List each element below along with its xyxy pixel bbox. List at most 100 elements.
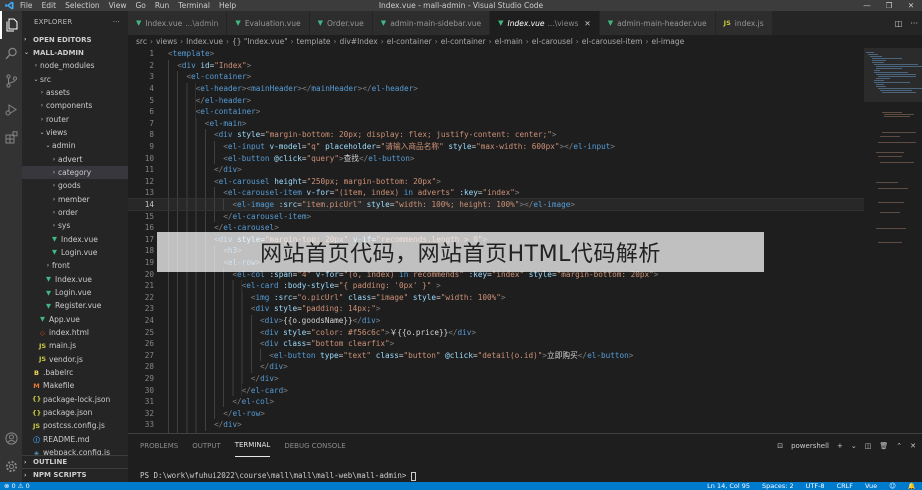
minimize-icon[interactable]: — bbox=[856, 0, 878, 11]
close-window-icon[interactable]: ✕ bbox=[900, 0, 922, 11]
problems-indicator[interactable]: ⊗ 0 ⚠ 0 bbox=[4, 482, 30, 490]
menu-item-file[interactable]: File bbox=[20, 1, 33, 10]
tree-item[interactable]: ▼ Login.vue bbox=[22, 246, 128, 259]
breadcrumb-item[interactable]: div#Index bbox=[340, 37, 378, 46]
feedback-icon[interactable]: ☺ bbox=[889, 482, 896, 490]
panel-tab-output[interactable]: OUTPUT bbox=[192, 434, 221, 457]
search-icon[interactable] bbox=[0, 39, 22, 67]
code-line[interactable]: 24 < div > {{o.goodsName}} </div > bbox=[128, 314, 864, 327]
code-line[interactable]: 4 < el-header > < mainHeader > </mainHeader > </e… bbox=[128, 82, 864, 95]
terminal-output[interactable]: PS D:\work\wfuhui2022\course\mall\mall\m… bbox=[140, 471, 416, 481]
tree-item[interactable]: › order bbox=[22, 206, 128, 219]
tree-item[interactable]: JS postcss.config.js bbox=[22, 419, 128, 432]
code-line[interactable]: 25 < div style = "color: #f56c6c" > ￥{{o.price… bbox=[128, 326, 864, 338]
code-line[interactable]: 27 < el-button type = "text" class = "button" … bbox=[128, 349, 864, 362]
maximize-panel-icon[interactable]: ⌃ bbox=[896, 442, 902, 450]
new-terminal-icon[interactable]: + bbox=[837, 442, 843, 450]
menu-item-terminal[interactable]: Terminal bbox=[178, 1, 210, 10]
tree-item[interactable]: › front bbox=[22, 259, 128, 272]
code-line[interactable]: 3 < el-container > bbox=[128, 71, 864, 83]
code-line[interactable]: 5 </el-header > bbox=[128, 94, 864, 106]
account-icon[interactable] bbox=[0, 424, 22, 452]
settings-gear-icon[interactable] bbox=[0, 452, 22, 480]
npm-scripts-section[interactable]: › NPM SCRIPTS bbox=[22, 468, 128, 481]
editor-tab[interactable]: ▼ Index.vue ...\admin bbox=[128, 11, 228, 35]
code-line[interactable]: 32 </el-row > bbox=[128, 407, 864, 419]
code-line[interactable]: 28 </div > bbox=[128, 361, 864, 373]
tree-item[interactable]: ⓘ README.md bbox=[22, 433, 128, 446]
more-actions-icon[interactable]: ··· bbox=[113, 18, 120, 26]
breadcrumb-item[interactable]: el-image bbox=[651, 37, 684, 46]
kill-terminal-icon[interactable]: 🗑 bbox=[879, 442, 888, 450]
tree-item[interactable]: M Makefile bbox=[22, 379, 128, 392]
split-editor-icon[interactable]: ◫ bbox=[895, 19, 903, 28]
panel-tab-debug-console[interactable]: DEBUG CONSOLE bbox=[284, 434, 345, 457]
extensions-icon[interactable] bbox=[0, 123, 22, 151]
breadcrumb-item[interactable]: src bbox=[136, 37, 147, 46]
tree-item[interactable]: ▼ App.vue bbox=[22, 313, 128, 326]
run-debug-icon[interactable] bbox=[0, 95, 22, 123]
tree-item[interactable]: ⌄ admin bbox=[22, 139, 128, 152]
tree-item[interactable]: JS vendor.js bbox=[22, 353, 128, 366]
breadcrumb-item[interactable]: template bbox=[297, 37, 331, 46]
code-line[interactable]: 23 < div style = "padding: 14px;" > bbox=[128, 303, 864, 315]
explorer-icon[interactable] bbox=[0, 11, 22, 39]
menu-item-go[interactable]: Go bbox=[135, 1, 145, 10]
menu-item-help[interactable]: Help bbox=[219, 1, 236, 10]
code-line[interactable]: 33 </div > bbox=[128, 419, 864, 431]
breadcrumb-item[interactable]: views bbox=[156, 37, 177, 46]
more-icon[interactable]: ··· bbox=[910, 19, 918, 28]
project-section[interactable]: ⌄ MALL-ADMIN bbox=[22, 46, 128, 59]
code-line[interactable]: 30 </el-card > bbox=[128, 384, 864, 396]
minimap-slider[interactable] bbox=[864, 48, 922, 102]
tree-item[interactable]: JS main.js bbox=[22, 339, 128, 352]
code-line[interactable]: 29 </div > bbox=[128, 372, 864, 385]
code-line[interactable]: 8 < div style = "margin-bottom: 20px; displa… bbox=[128, 129, 864, 141]
split-terminal-icon[interactable]: ◫ bbox=[865, 442, 872, 450]
open-editors-section[interactable]: › OPEN EDITORS bbox=[22, 33, 128, 46]
code-line[interactable]: 13 < el-carousel-item v-for = "(item, index)… bbox=[128, 187, 864, 199]
tree-item[interactable]: › assets bbox=[22, 86, 128, 99]
tree-item[interactable]: › node_modules bbox=[22, 59, 128, 72]
tree-item[interactable]: ⌄ src bbox=[22, 72, 128, 85]
breadcrumb-item[interactable]: el-container bbox=[387, 37, 432, 46]
tree-item[interactable]: › advert bbox=[22, 152, 128, 165]
panel-tab-problems[interactable]: PROBLEMS bbox=[140, 434, 178, 457]
editor-tab[interactable]: ▼ admin-main-sidebar.vue bbox=[372, 11, 491, 35]
tree-item[interactable]: ▼ Register.vue bbox=[22, 299, 128, 312]
close-tab-icon[interactable]: ✕ bbox=[584, 19, 590, 28]
indentation[interactable]: Spaces: 2 bbox=[762, 482, 794, 490]
tree-item[interactable]: › member bbox=[22, 192, 128, 205]
tree-item[interactable]: › category bbox=[22, 165, 128, 180]
breadcrumb-item[interactable]: Index.vue bbox=[186, 37, 223, 46]
menu-item-run[interactable]: Run bbox=[155, 1, 169, 10]
tree-item[interactable]: › router bbox=[22, 112, 128, 125]
tree-item[interactable]: ▼ Index.vue bbox=[22, 232, 128, 245]
minimap[interactable] bbox=[864, 48, 922, 433]
breadcrumb-item[interactable]: el-main bbox=[495, 37, 523, 46]
menu-item-view[interactable]: View bbox=[109, 1, 127, 10]
editor-tab[interactable]: ▼ Index.vue ...\views ✕ bbox=[490, 11, 600, 35]
code-line[interactable]: 21 < el-card :body-style = "{ padding: '0px'… bbox=[128, 279, 864, 292]
breadcrumb-item[interactable]: {} "Index.vue" bbox=[232, 37, 288, 46]
tree-item[interactable]: › sys bbox=[22, 219, 128, 232]
tree-item[interactable]: B .babelrc bbox=[22, 366, 128, 379]
terminal-shell-name[interactable]: powershell bbox=[791, 442, 829, 450]
code-line[interactable]: 14 < el-image :src = "item.picUrl" style = "wi… bbox=[128, 197, 864, 212]
tree-item[interactable]: {} package-lock.json bbox=[22, 393, 128, 406]
code-line[interactable]: 22 < img :src = "o.picUrl" class = "image" sty… bbox=[128, 291, 864, 304]
language-mode[interactable]: Vue bbox=[865, 482, 877, 490]
editor-tab[interactable]: ▼ Evaluation.vue bbox=[227, 11, 310, 35]
code-line[interactable]: 11 </div > bbox=[128, 163, 864, 176]
code-line[interactable]: 1 < template > bbox=[128, 48, 864, 60]
breadcrumb-item[interactable]: el-carousel-item bbox=[582, 37, 643, 46]
code-line[interactable]: 12 < el-carousel height = "250px; margin-bot… bbox=[128, 175, 864, 188]
code-line[interactable]: 2 < div id = "Index" > bbox=[128, 59, 864, 72]
tree-item[interactable]: ⌄ views bbox=[22, 126, 128, 139]
tree-item[interactable]: ▼ Login.vue bbox=[22, 286, 128, 299]
line-ending[interactable]: CRLF bbox=[837, 482, 853, 490]
close-panel-icon[interactable]: ✕ bbox=[910, 442, 916, 450]
breadcrumb-item[interactable]: el-container bbox=[441, 37, 486, 46]
panel-tab-terminal[interactable]: TERMINAL bbox=[234, 434, 271, 457]
outline-section[interactable]: › OUTLINE bbox=[22, 455, 128, 468]
